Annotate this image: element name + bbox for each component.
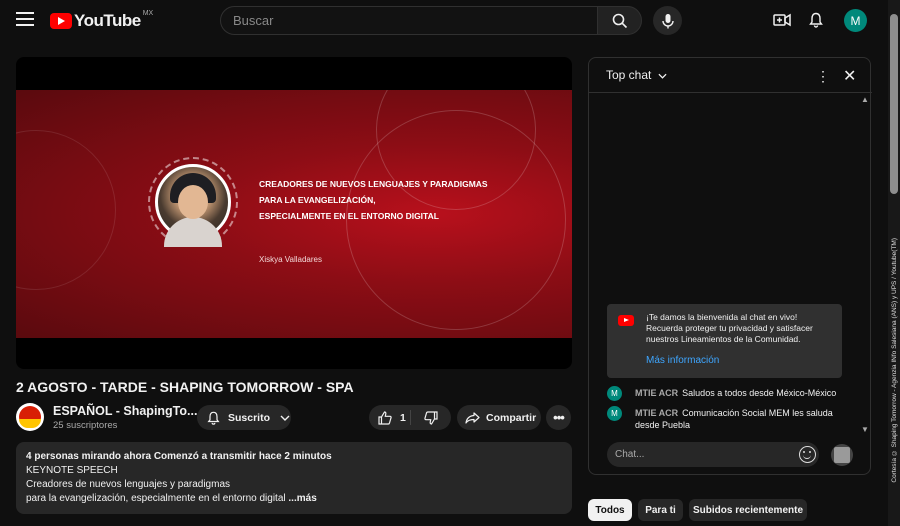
chat-scroll-down-icon[interactable]: ▼ bbox=[861, 425, 869, 434]
divider bbox=[410, 410, 411, 425]
welcome-text: ¡Te damos la bienvenida al chat en vivo!… bbox=[646, 312, 813, 344]
chip-subidos-recientemente[interactable]: Subidos recientemente bbox=[689, 499, 807, 521]
banner-line: PARA LA EVANGELIZACIÓN, bbox=[259, 195, 376, 205]
chip-para-ti[interactable]: Para ti bbox=[638, 499, 683, 521]
scrollbar-thumb[interactable] bbox=[890, 14, 898, 194]
notifications-button[interactable] bbox=[806, 10, 826, 30]
chip-todos[interactable]: Todos bbox=[588, 499, 632, 521]
close-icon[interactable]: ✕ bbox=[843, 66, 856, 86]
show-more-link[interactable]: ...más bbox=[286, 493, 316, 504]
subscribed-button[interactable]: Suscrito bbox=[197, 405, 291, 430]
channel-avatar[interactable] bbox=[16, 403, 44, 431]
logo-text: YouTube bbox=[74, 11, 141, 30]
chat-scroll-up-icon[interactable]: ▲ bbox=[861, 95, 869, 104]
thumbs-up-icon bbox=[378, 410, 392, 425]
like-count: 1 bbox=[400, 411, 406, 424]
share-icon bbox=[465, 411, 480, 424]
dislike-button[interactable] bbox=[410, 410, 451, 425]
avatar[interactable]: M bbox=[607, 406, 622, 421]
banner-title: CREADORES DE NUEVOS LENGUAJES Y PARADIGM… bbox=[259, 176, 488, 224]
chat-mode-dropdown[interactable]: Top chat bbox=[606, 68, 667, 82]
chat-input[interactable] bbox=[615, 449, 785, 460]
copyright-watermark: Cortesía © Shaping Tomorrow - Agenzia IN… bbox=[891, 237, 898, 483]
avatar[interactable]: M bbox=[607, 386, 622, 401]
chat-text: Saludos a todos desde México-México bbox=[682, 388, 837, 398]
chevron-down-icon bbox=[658, 73, 667, 79]
speaker-portrait bbox=[155, 164, 231, 247]
top-bar: YouTube MX M bbox=[0, 0, 888, 42]
like-button[interactable]: 1 bbox=[369, 410, 410, 425]
video-frame: CREADORES DE NUEVOS LENGUAJES Y PARADIGM… bbox=[16, 90, 572, 338]
account-avatar[interactable]: M bbox=[844, 9, 867, 32]
chat-author[interactable]: MTIE ACR bbox=[635, 388, 678, 398]
chat-header: Top chat ⋮ ✕ bbox=[589, 58, 872, 93]
channel-name[interactable]: ESPAÑOL - ShapingTo... bbox=[53, 404, 197, 418]
youtube-icon bbox=[618, 315, 634, 326]
description-line: KEYNOTE SPEECH bbox=[26, 465, 118, 476]
search-icon bbox=[612, 13, 627, 28]
play-logo-icon bbox=[50, 13, 72, 29]
description-line: para la evangelización, especialmente en… bbox=[26, 493, 286, 504]
more-horizontal-icon: ••• bbox=[553, 410, 565, 425]
live-chat-panel: Top chat ⋮ ✕ ▲ ¡Te damos la bienvenida a… bbox=[588, 57, 872, 475]
subscribed-label: Suscrito bbox=[228, 411, 271, 424]
chat-input-box[interactable] bbox=[607, 442, 819, 467]
video-player[interactable]: CREADORES DE NUEVOS LENGUAJES Y PARADIGM… bbox=[16, 57, 572, 369]
like-dislike-group: 1 bbox=[369, 405, 451, 430]
video-title: 2 AGOSTO - TARDE - SHAPING TOMORROW - SP… bbox=[16, 379, 354, 395]
search-button[interactable] bbox=[597, 6, 642, 35]
youtube-logo[interactable]: YouTube MX bbox=[50, 9, 154, 31]
chat-mode-label: Top chat bbox=[606, 68, 652, 82]
banner-line: CREADORES DE NUEVOS LENGUAJES Y PARADIGM… bbox=[259, 179, 488, 189]
more-vertical-icon[interactable]: ⋮ bbox=[816, 68, 830, 85]
microphone-icon bbox=[661, 13, 674, 28]
view-meta: 4 personas mirando ahora Comenzó a trans… bbox=[26, 451, 332, 462]
send-button[interactable] bbox=[831, 444, 853, 466]
learn-more-link[interactable]: Más información bbox=[646, 355, 719, 366]
chat-welcome-banner: ¡Te damos la bienvenida al chat en vivo!… bbox=[607, 304, 842, 378]
more-actions-button[interactable]: ••• bbox=[546, 405, 571, 430]
voice-search-button[interactable] bbox=[653, 6, 682, 35]
create-video-icon bbox=[773, 13, 791, 27]
share-label: Compartir bbox=[486, 411, 537, 424]
region-label: MX bbox=[142, 9, 154, 17]
chat-author[interactable]: MTIE ACR bbox=[635, 408, 678, 418]
bell-icon bbox=[207, 411, 220, 425]
bell-icon bbox=[809, 12, 823, 28]
thumbs-down-icon bbox=[423, 410, 438, 425]
search-input[interactable] bbox=[233, 13, 597, 28]
description-line: Creadores de nuevos lenguajes y paradigm… bbox=[26, 479, 231, 490]
emoji-icon[interactable] bbox=[799, 446, 816, 463]
menu-icon[interactable] bbox=[16, 12, 34, 28]
subscriber-count: 25 suscriptores bbox=[53, 420, 118, 431]
share-button[interactable]: Compartir bbox=[457, 405, 541, 430]
banner-line: ESPECIALMENTE EN EL ENTORNO DIGITAL bbox=[259, 211, 439, 221]
video-description[interactable]: 4 personas mirando ahora Comenzó a trans… bbox=[16, 442, 572, 514]
search-box[interactable] bbox=[220, 6, 598, 35]
send-icon bbox=[834, 447, 850, 463]
speaker-name: Xiskya Valladares bbox=[259, 255, 322, 264]
decorative-circle bbox=[16, 130, 116, 290]
chevron-down-icon bbox=[280, 415, 290, 421]
create-button[interactable] bbox=[772, 10, 792, 30]
